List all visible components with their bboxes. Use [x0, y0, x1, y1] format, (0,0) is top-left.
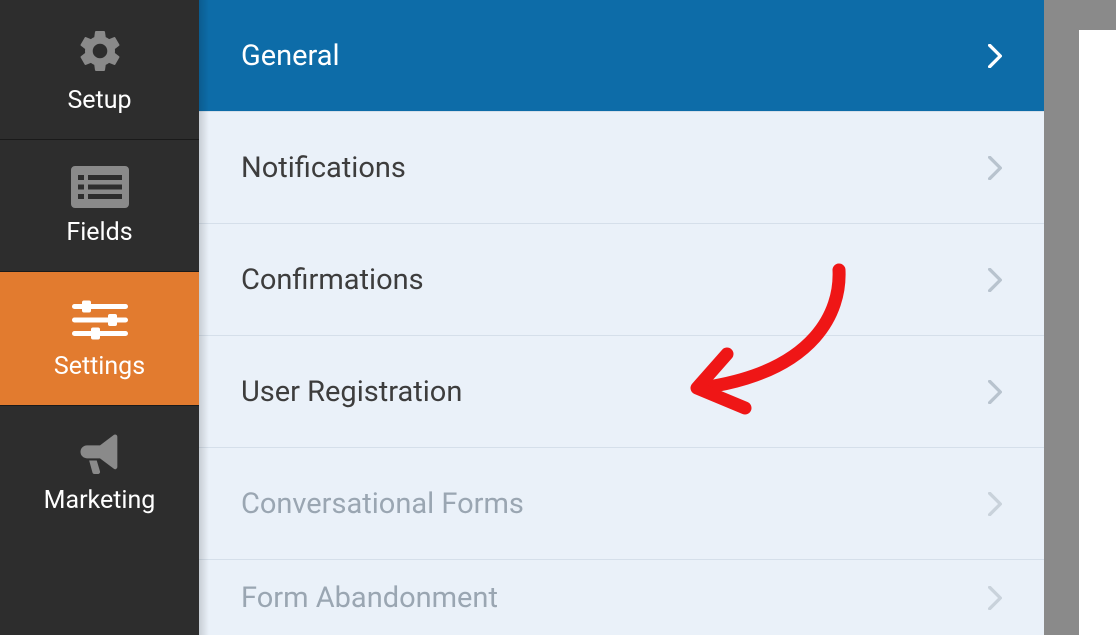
sidebar-item-label: Setup	[67, 86, 131, 115]
settings-item-user-registration[interactable]: User Registration	[199, 336, 1044, 448]
chevron-right-icon	[988, 492, 1002, 516]
settings-item-label: Conversational Forms	[241, 487, 524, 521]
gear-icon	[75, 26, 125, 76]
list-icon	[71, 166, 129, 208]
bullhorn-icon	[74, 432, 126, 476]
settings-item-label: Notifications	[241, 151, 406, 185]
chevron-right-icon	[988, 156, 1002, 180]
sidebar-item-settings[interactable]: Settings	[0, 272, 199, 406]
sidebar-item-marketing[interactable]: Marketing	[0, 406, 199, 539]
sidebar-item-label: Fields	[66, 218, 132, 247]
settings-item-form-abandonment[interactable]: Form Abandonment	[199, 560, 1044, 635]
sidebar-item-setup[interactable]: Setup	[0, 0, 199, 140]
settings-item-label: Form Abandonment	[241, 581, 498, 615]
settings-item-label: Confirmations	[241, 263, 424, 297]
settings-item-conversational-forms[interactable]: Conversational Forms	[199, 448, 1044, 560]
right-pane-content	[1079, 30, 1116, 635]
settings-item-confirmations[interactable]: Confirmations	[199, 224, 1044, 336]
settings-item-notifications[interactable]: Notifications	[199, 112, 1044, 224]
settings-item-label: General	[241, 39, 340, 73]
chevron-right-icon	[988, 268, 1002, 292]
chevron-right-icon	[988, 380, 1002, 404]
sidebar-item-label: Settings	[54, 352, 145, 381]
chevron-right-icon	[988, 44, 1002, 68]
chevron-right-icon	[988, 586, 1002, 610]
sliders-icon	[72, 298, 128, 342]
sidebar-item-fields[interactable]: Fields	[0, 140, 199, 272]
settings-panel: General Notifications Confirmations User…	[199, 0, 1044, 635]
sidebar-item-label: Marketing	[44, 486, 156, 515]
settings-item-label: User Registration	[241, 375, 462, 409]
settings-item-general[interactable]: General	[199, 0, 1044, 112]
right-pane	[1044, 0, 1116, 635]
sidebar: Setup Fields	[0, 0, 199, 635]
